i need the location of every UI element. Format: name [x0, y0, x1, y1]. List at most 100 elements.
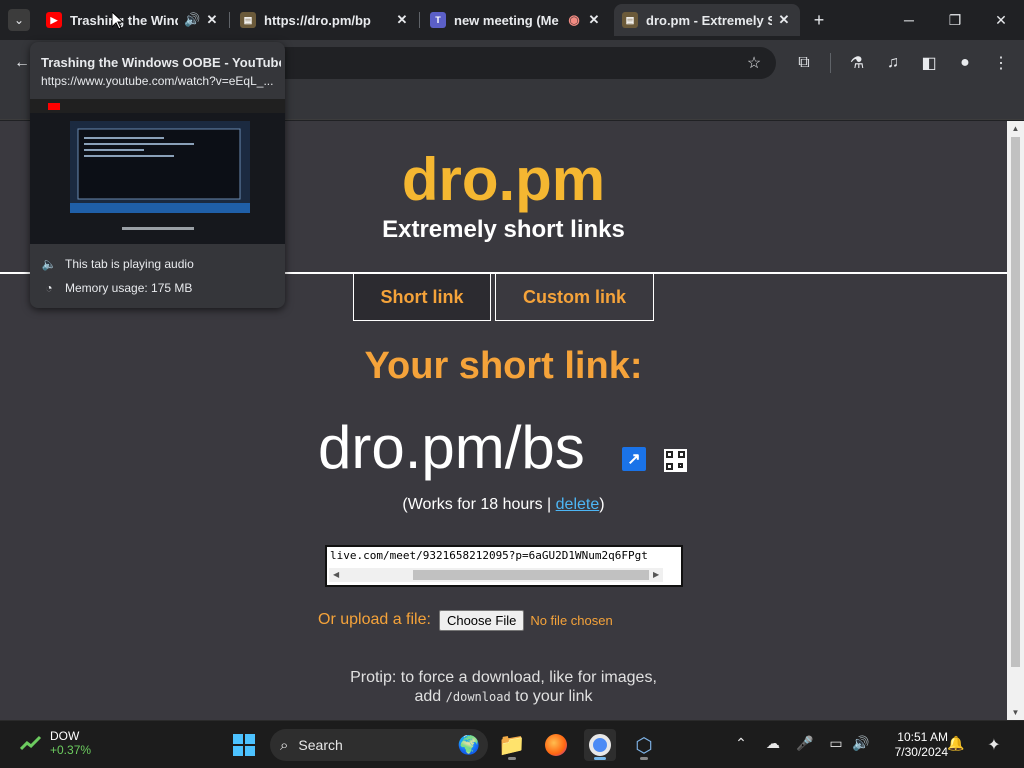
side-panel-icon[interactable]: ◧: [917, 51, 941, 75]
windows-taskbar: DOW +0.37% ⌕ Search 🌍 📁 ⬡ ⌃ ☁ 🎤 ▭ 🔊 10:5…: [0, 720, 1024, 768]
speaker-icon[interactable]: 🔊: [184, 12, 200, 28]
no-file-text: No file chosen: [530, 612, 613, 628]
chevron-up-icon[interactable]: ⌃: [731, 735, 751, 752]
target-url-value: live.com/meet/9321658212095?p=6aGU2D1WNu…: [330, 549, 648, 562]
taskbar-search[interactable]: ⌕ Search 🌍: [270, 729, 488, 761]
scroll-up-icon[interactable]: ▲: [1007, 124, 1024, 133]
hover-card-title: Trashing the Windows OOBE - YouTube: [41, 55, 281, 70]
expiry-suffix: ): [599, 496, 605, 513]
tab-title: dro.pm - Extremely Sh: [646, 12, 772, 28]
page-scroll-thumb[interactable]: [1011, 137, 1020, 667]
mouse-cursor-icon: [112, 12, 124, 30]
tab-dropm-active[interactable]: ▤ dro.pm - Extremely Sh ✕: [614, 4, 800, 36]
restore-icon: ❐: [948, 11, 962, 28]
tab-teams-meeting[interactable]: T new meeting (Me ◉ ✕: [422, 4, 610, 36]
hover-card-url: https://www.youtube.com/watch?v=eEqL_...: [41, 74, 274, 88]
tab-title: Trashing the Wind: [70, 12, 178, 28]
minimize-icon: ─: [904, 12, 914, 28]
dropm-icon: ▤: [622, 12, 638, 28]
protip-line-2: add /download to your link: [0, 687, 1007, 707]
search-icon: ⌕: [280, 736, 289, 754]
upload-label: Or upload a file:: [318, 611, 431, 628]
qr-code-icon[interactable]: [664, 449, 687, 472]
folder-icon: 📁: [498, 732, 526, 757]
close-icon[interactable]: ✕: [586, 12, 602, 28]
tab-dropm-bp[interactable]: ▤ https://dro.pm/bp ✕: [232, 4, 418, 36]
tab-title: new meeting (Me: [454, 12, 559, 28]
memory-usage-row: ◔ Memory usage: 175 MB: [41, 281, 192, 295]
virtualbox-app[interactable]: ⬡: [628, 729, 660, 761]
short-link-text[interactable]: dro.pm/bs: [318, 413, 585, 482]
expiry-prefix: (Works for 18 hours |: [402, 496, 556, 513]
chevron-down-icon: ⌄: [13, 13, 25, 27]
stock-text: DOW +0.37%: [50, 729, 91, 757]
result-heading: Your short link:: [364, 345, 643, 387]
choose-file-button[interactable]: Choose File: [438, 609, 525, 631]
copilot-icon[interactable]: ✦: [982, 735, 1006, 755]
windows-logo-icon: [233, 734, 255, 756]
memory-usage-text: Memory usage: 175 MB: [65, 281, 193, 295]
close-icon[interactable]: ✕: [776, 12, 792, 28]
system-clock[interactable]: 10:51 AM 7/30/2024: [880, 730, 948, 760]
onedrive-icon[interactable]: ☁: [763, 735, 783, 752]
bookmark-star-icon[interactable]: ☆: [742, 51, 766, 75]
stock-name: DOW: [50, 729, 80, 743]
gauge-icon: ◔: [45, 281, 53, 295]
running-indicator: [508, 757, 516, 760]
profile-icon[interactable]: ●: [953, 51, 977, 75]
tab-hover-card: Trashing the Windows OOBE - YouTube http…: [30, 42, 285, 308]
notification-bell-icon[interactable]: 🔔: [946, 735, 966, 752]
tab-strip: ⌄ ▶ Trashing the Wind 🔊 ✕ ▤ https://dro.…: [0, 0, 1024, 40]
minimize-button[interactable]: ─: [886, 0, 932, 40]
network-icon[interactable]: ▭: [826, 735, 846, 752]
tab-separator: [419, 12, 420, 28]
restore-button[interactable]: ❐: [932, 0, 978, 40]
close-window-button[interactable]: ✕: [978, 0, 1024, 40]
clock-date: 7/30/2024: [894, 745, 948, 759]
microphone-icon[interactable]: 🎤: [795, 735, 815, 752]
tab-short-link[interactable]: Short link: [353, 274, 491, 321]
chrome-app[interactable]: [584, 729, 616, 761]
upload-row: Or upload a file: Choose File No file ch…: [318, 609, 613, 631]
media-controls-icon[interactable]: ♫: [881, 51, 905, 75]
scroll-left-icon[interactable]: ◀: [333, 568, 339, 582]
protip: Protip: to force a download, like for im…: [0, 668, 1007, 707]
audio-status-text: This tab is playing audio: [65, 257, 194, 271]
scroll-thumb[interactable]: [413, 570, 649, 580]
protip-add: add: [414, 688, 446, 705]
scroll-down-icon[interactable]: ▼: [1007, 708, 1024, 717]
close-icon[interactable]: ✕: [204, 12, 220, 28]
horizontal-scrollbar[interactable]: ◀ ▶: [329, 568, 663, 582]
stock-chart-icon: [20, 735, 42, 751]
youtube-icon: ▶: [46, 12, 62, 28]
menu-kebab-icon[interactable]: ⋮: [989, 51, 1013, 75]
scroll-right-icon[interactable]: ▶: [653, 568, 659, 582]
tab-search-button[interactable]: ⌄: [8, 9, 30, 31]
tab-custom-link[interactable]: Custom link: [495, 274, 654, 321]
recording-icon: ◉: [568, 12, 580, 27]
qr-corner: [678, 463, 683, 468]
extensions-icon[interactable]: ⧉: [792, 51, 816, 75]
qr-corner: [666, 463, 673, 470]
close-icon[interactable]: ✕: [394, 12, 410, 28]
toolbar-divider: [830, 53, 831, 73]
tab-separator: [229, 12, 230, 28]
protip-end: to your link: [510, 688, 593, 705]
firefox-app[interactable]: [540, 729, 572, 761]
labs-flask-icon[interactable]: ⚗: [845, 51, 869, 75]
page-scrollbar[interactable]: ▲ ▼: [1007, 121, 1024, 720]
running-indicator: [640, 757, 648, 760]
tab-youtube[interactable]: ▶ Trashing the Wind 🔊 ✕: [38, 4, 228, 36]
start-button[interactable]: [228, 729, 260, 761]
cube-icon: ⬡: [635, 734, 653, 757]
volume-icon[interactable]: 🔊: [851, 735, 871, 752]
firefox-icon: [545, 734, 567, 756]
clock-time: 10:51 AM: [897, 730, 948, 744]
new-tab-button[interactable]: +: [808, 9, 830, 31]
audio-status-row: 🔈 This tab is playing audio: [41, 257, 194, 271]
file-explorer-app[interactable]: 📁: [496, 729, 528, 761]
stock-widget[interactable]: DOW +0.37%: [20, 729, 91, 757]
target-url-textarea[interactable]: live.com/meet/9321658212095?p=6aGU2D1WNu…: [325, 545, 683, 587]
open-link-icon[interactable]: ↗: [622, 447, 646, 471]
delete-link[interactable]: delete: [556, 496, 600, 513]
